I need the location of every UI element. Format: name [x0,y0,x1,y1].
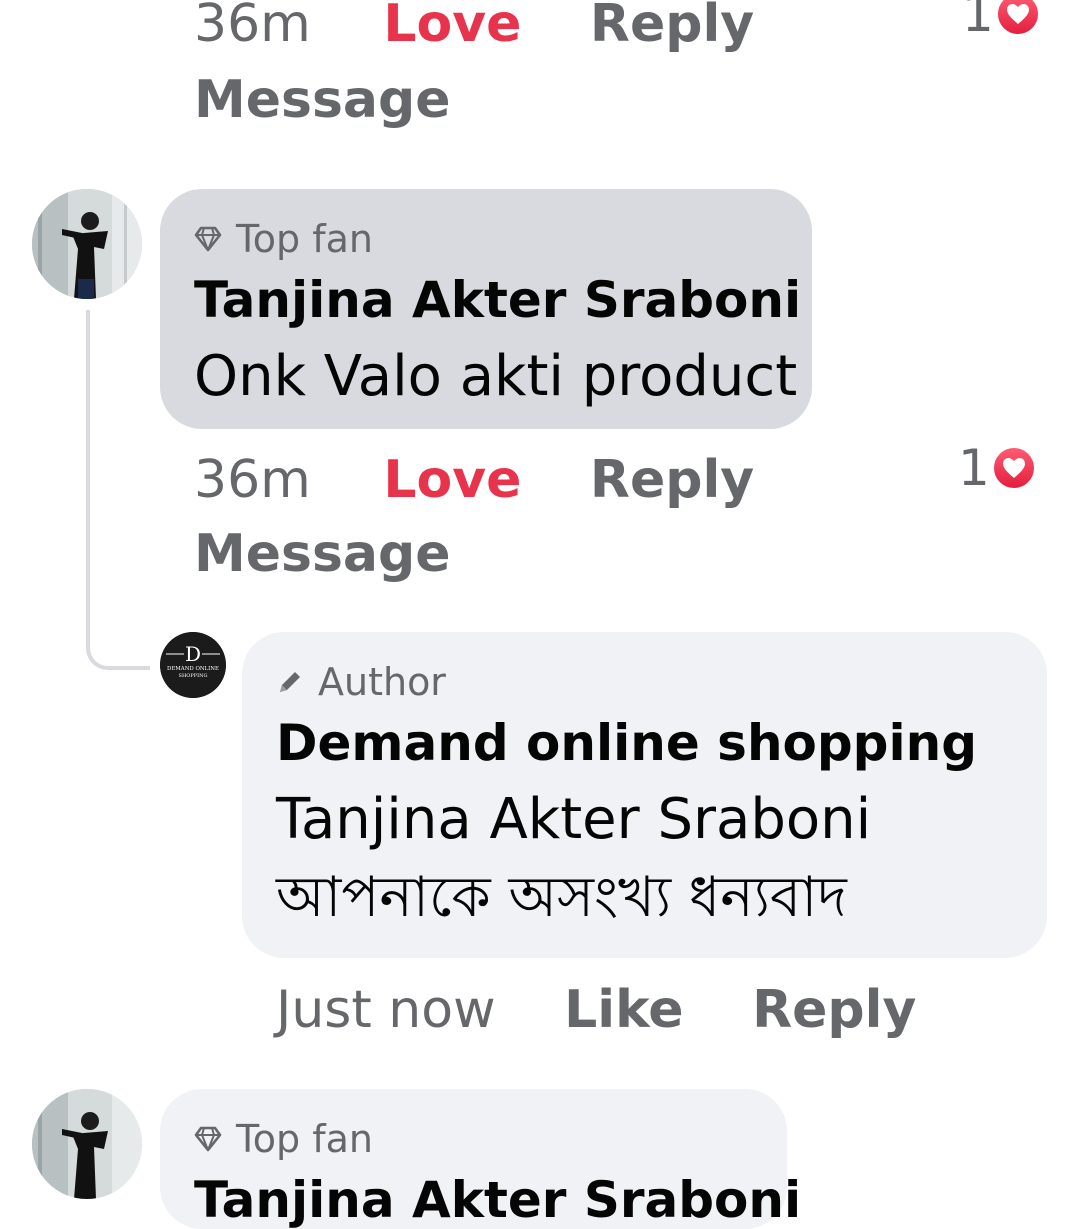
comment-bubble[interactable]: Top fan Tanjina Akter Sraboni [160,1089,801,1229]
commenter-name[interactable]: Tanjina Akter Sraboni [194,271,801,329]
comment-1-actions: 36m Love Reply [194,0,754,54]
reply-button[interactable]: Reply [590,0,754,54]
diamond-icon [194,226,222,252]
comment-2-actions: 36m Love Reply [194,450,754,510]
badge-label: Author [318,660,446,704]
reaction-summary[interactable]: 1 [962,0,1040,42]
reply-actions: Just now Like Reply [276,980,916,1040]
heart-icon [995,0,1040,36]
comment-time: 36m [194,450,311,510]
comment-time: 36m [194,0,311,54]
svg-text:SHOPPING: SHOPPING [179,673,208,679]
user-photo [32,189,142,299]
top-fan-badge: Top fan [194,1117,373,1161]
reply-text-line-2: আপনাকে অসংখ্য ধন্যবাদ [276,865,847,930]
heart-icon [991,446,1036,490]
diamond-icon [194,1126,222,1152]
page-avatar[interactable]: D DEMAND ONLINE SHOPPING [160,632,226,698]
top-fan-badge: Top fan [194,217,373,261]
svg-text:D: D [185,642,201,666]
reply-text-line-1: Tanjina Akter Sraboni [276,787,872,852]
reply-bubble[interactable]: Author Demand online shopping Tanjina Ak… [242,632,1047,958]
reply-button[interactable]: Reply [590,450,754,510]
author-badge: Author [276,660,446,704]
avatar[interactable] [32,1089,142,1199]
message-button[interactable]: Message [194,524,451,584]
badge-label: Top fan [236,217,373,261]
commenter-name[interactable]: Tanjina Akter Sraboni [194,1171,801,1229]
pencil-icon [280,672,300,692]
svg-text:DEMAND ONLINE: DEMAND ONLINE [167,666,219,672]
love-button[interactable]: Love [383,0,521,54]
comment-bubble[interactable]: Top fan Tanjina Akter Sraboni Onk Valo a… [160,189,812,429]
comment-text: Onk Valo akti product [194,344,798,409]
love-button[interactable]: Love [383,450,521,510]
badge-label: Top fan [236,1117,373,1161]
comment-time: Just now [276,980,496,1040]
message-button[interactable]: Message [194,70,451,130]
thread-line [86,310,150,670]
reaction-summary[interactable]: 1 [958,440,1036,496]
reaction-count: 1 [958,439,990,497]
avatar[interactable] [32,189,142,299]
author-name[interactable]: Demand online shopping [276,714,977,772]
demand-logo: D DEMAND ONLINE SHOPPING [160,632,226,698]
reply-button[interactable]: Reply [752,980,916,1040]
user-photo [32,1089,142,1199]
reaction-count: 1 [962,0,994,43]
like-button[interactable]: Like [564,980,683,1040]
